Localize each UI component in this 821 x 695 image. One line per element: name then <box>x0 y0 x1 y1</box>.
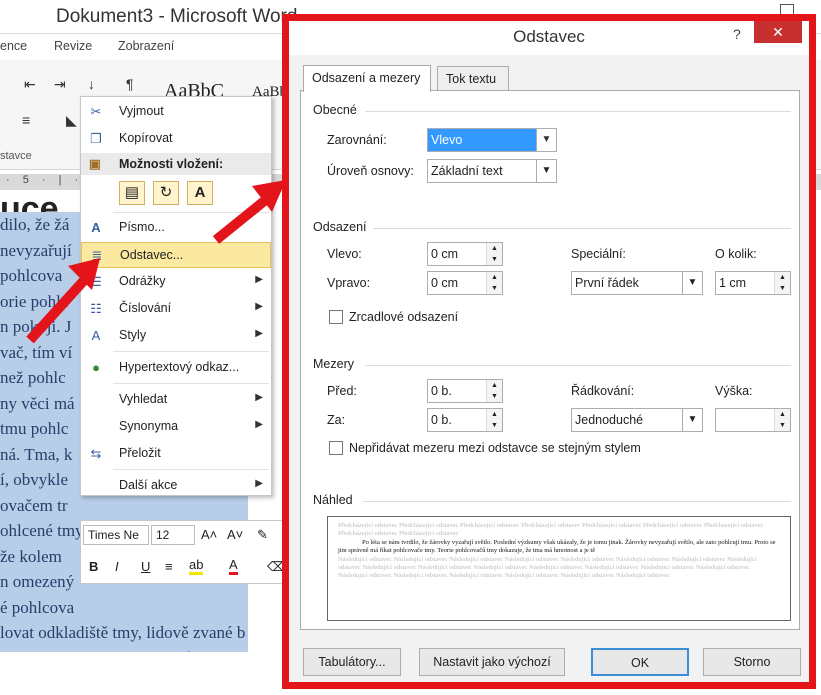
section-preview: Náhled <box>313 493 353 507</box>
section-indentation: Odsazení <box>313 220 367 234</box>
spin-up-icon[interactable]: ▲ <box>486 380 502 391</box>
spin-up-icon[interactable]: ▲ <box>774 272 790 283</box>
no-space-same-style-checkbox[interactable] <box>329 441 343 455</box>
spacing-before-spinner[interactable]: 0 b. ▲ ▼ <box>427 379 503 403</box>
chevron-down-icon: ▼ <box>536 129 556 151</box>
preview-after-text: Následující odstavec Následující odstave… <box>338 555 757 580</box>
indent-by-spinner[interactable]: 1 cm ▲ ▼ <box>715 271 791 295</box>
indent-by-label: O kolik: <box>715 247 757 261</box>
spin-down-icon[interactable]: ▼ <box>774 283 790 294</box>
spacing-at-spinner[interactable]: ▲ ▼ <box>715 408 791 432</box>
alignment-select[interactable]: Vlevo ▼ <box>427 128 557 152</box>
spacing-before-label: Před: <box>327 384 357 398</box>
spin-up-icon[interactable]: ▲ <box>774 409 790 420</box>
spin-up-icon[interactable]: ▲ <box>486 243 502 254</box>
tab-panel: Obecné Zarovnání: Vlevo ▼ Úroveň osnovy: … <box>300 90 800 630</box>
tab-indents-spacing[interactable]: Odsazení a mezery <box>303 65 431 92</box>
no-space-same-style-label: Nepřidávat mezeru mezi odstavce se stejn… <box>349 441 641 455</box>
alignment-label: Zarovnání: <box>327 133 387 147</box>
paragraph-preview: Předcházející odstavec Předcházející ods… <box>327 516 791 621</box>
preview-current-text: Po léta se nám tvrdilo, že žárovky vyzař… <box>338 538 776 555</box>
tabs-button[interactable]: Tabulátory... <box>303 648 401 676</box>
set-as-default-button[interactable]: Nastavit jako výchozí <box>419 648 565 676</box>
close-button[interactable]: ✕ <box>754 21 802 43</box>
section-divider <box>365 111 791 112</box>
chevron-down-icon: ▼ <box>536 160 556 182</box>
line-spacing-select[interactable]: Jednoduché ▼ <box>571 408 703 432</box>
tab-line-page-breaks[interactable]: Tok textu <box>437 66 509 90</box>
spin-down-icon[interactable]: ▼ <box>486 254 502 265</box>
cancel-button[interactable]: Storno <box>703 648 801 676</box>
spin-up-icon[interactable]: ▲ <box>486 272 502 283</box>
outline-level-select[interactable]: Základní text ▼ <box>427 159 557 183</box>
spin-down-icon[interactable]: ▼ <box>486 283 502 294</box>
chevron-down-icon: ▼ <box>682 272 702 294</box>
spin-down-icon[interactable]: ▼ <box>774 420 790 431</box>
section-divider <box>365 365 791 366</box>
spacing-at-label: Výška: <box>715 384 753 398</box>
indent-right-spinner[interactable]: 0 cm ▲ ▼ <box>427 271 503 295</box>
arrow-to-dialog <box>212 194 272 244</box>
indent-left-label: Vlevo: <box>327 247 362 261</box>
mirror-indents-checkbox[interactable] <box>329 310 343 324</box>
line-spacing-label: Řádkování: <box>571 384 635 398</box>
section-general: Obecné <box>313 103 357 117</box>
dialog-title: Odstavec <box>289 21 809 55</box>
help-icon[interactable]: ? <box>733 26 741 42</box>
spin-down-icon[interactable]: ▼ <box>486 420 502 431</box>
spacing-after-spinner[interactable]: 0 b. ▲ ▼ <box>427 408 503 432</box>
indent-left-spinner[interactable]: 0 cm ▲ ▼ <box>427 242 503 266</box>
section-divider <box>373 228 791 229</box>
section-spacing: Mezery <box>313 357 354 371</box>
mirror-indents-label: Zrcadlové odsazení <box>349 310 459 324</box>
spin-up-icon[interactable]: ▲ <box>486 409 502 420</box>
special-label: Speciální: <box>571 247 626 261</box>
chevron-down-icon: ▼ <box>682 409 702 431</box>
arrow-to-paragraph <box>26 272 92 344</box>
outline-level-label: Úroveň osnovy: <box>327 164 414 178</box>
indent-right-label: Vpravo: <box>327 276 371 290</box>
spin-down-icon[interactable]: ▼ <box>486 391 502 402</box>
spacing-after-label: Za: <box>327 413 346 427</box>
ok-button[interactable]: OK <box>591 648 689 676</box>
paragraph-dialog: Odstavec ? ✕ Odsazení a mezery Tok textu… <box>289 21 809 682</box>
section-divider <box>363 501 791 502</box>
special-select[interactable]: První řádek ▼ <box>571 271 703 295</box>
preview-before-text: Předcházející odstavec Předcházející ods… <box>338 522 764 538</box>
